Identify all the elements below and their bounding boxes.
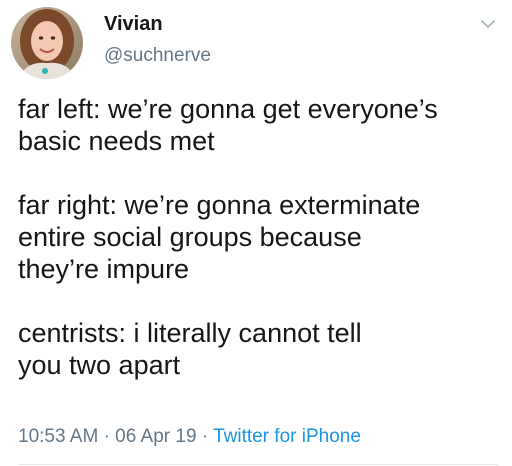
tweet-line: basic needs met [18, 126, 215, 156]
meta-separator: · [103, 426, 110, 447]
tweet-paragraph: centrists: i literally cannot tell you t… [18, 317, 498, 381]
avatar[interactable] [11, 7, 83, 79]
tweet-paragraph: far right: we’re gonna exterminate entir… [18, 189, 498, 285]
tweet-source-link[interactable]: Twitter for iPhone [213, 426, 361, 447]
avatar-photo-icon [11, 7, 83, 79]
tweet-line: far left: we’re gonna get everyone’s [18, 94, 438, 124]
tweet-date[interactable]: 06 Apr 19 [115, 426, 196, 447]
tweet-line: far right: we’re gonna exterminate [18, 190, 421, 220]
tweet-line: you two apart [18, 350, 181, 380]
display-name[interactable]: Vivian [104, 12, 163, 36]
tweet-line: they’re impure [18, 254, 190, 284]
tweet-time[interactable]: 10:53 AM [18, 426, 98, 447]
user-handle[interactable]: @suchnerve [104, 44, 211, 68]
tweet-text: far left: we’re gonna get everyone’s bas… [18, 93, 498, 381]
tweet-line: entire social groups because [18, 222, 362, 252]
tweet-paragraph: far left: we’re gonna get everyone’s bas… [18, 93, 498, 157]
tweet-card: Vivian @suchnerve far left: we’re gonna … [0, 0, 512, 466]
tweet-metadata: 10:53 AM · 06 Apr 19 · Twitter for iPhon… [18, 425, 361, 449]
tweet-line: centrists: i literally cannot tell [18, 318, 362, 348]
meta-separator: · [201, 426, 209, 447]
chevron-down-icon[interactable] [478, 14, 498, 34]
divider [18, 464, 498, 465]
